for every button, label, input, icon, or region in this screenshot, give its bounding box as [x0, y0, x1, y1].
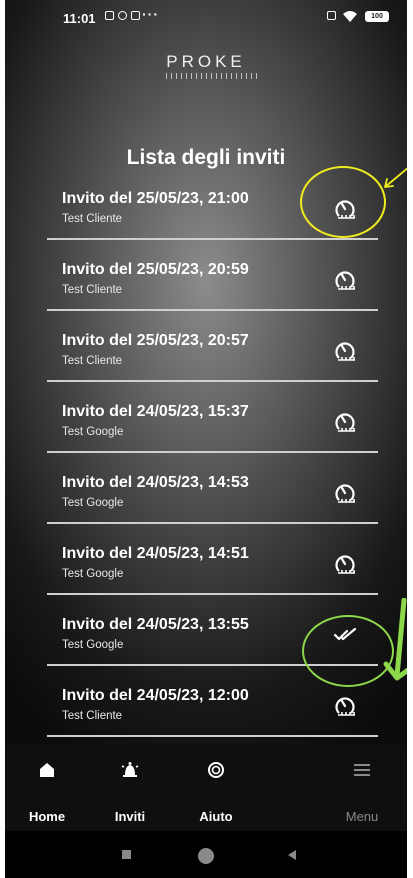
nav-home-label: Home [28, 809, 66, 824]
invite-title: Invito del 24/05/23, 14:51 [62, 545, 249, 562]
status-time: 11:01 [63, 11, 96, 26]
divider [47, 309, 378, 311]
nav-invites-label: Inviti [114, 809, 146, 824]
invite-title: Invito del 25/05/23, 21:00 [62, 190, 249, 207]
invite-title: Invito del 24/05/23, 13:55 [62, 616, 249, 633]
invite-list-item[interactable]: Invito del 25/05/23, 20:59 Test Cliente [47, 253, 378, 323]
invite-list-item[interactable]: Invito del 24/05/23, 14:53 Test Google [47, 466, 378, 536]
invite-client: Test Cliente [62, 710, 123, 722]
logo-ruler-graphic [166, 73, 258, 79]
invite-client: Test Google [62, 497, 124, 509]
divider [47, 451, 378, 453]
status-bar: 11:01 ··· 100 [5, 0, 407, 36]
system-navigation-bar [5, 831, 407, 878]
invite-title: Invito del 24/05/23, 15:37 [62, 403, 249, 420]
nav-home[interactable]: Home [7, 745, 87, 831]
invite-list-item[interactable]: Invito del 24/05/23, 12:00 Test Cliente [47, 679, 378, 749]
bell-icon [121, 762, 139, 777]
home-circle-icon[interactable] [198, 848, 214, 864]
home-icon [40, 763, 54, 777]
notification-icon [105, 11, 114, 20]
recent-apps-icon[interactable] [122, 850, 131, 859]
divider [47, 380, 378, 382]
pending-clock-icon[interactable] [330, 407, 360, 437]
invite-client: Test Google [62, 639, 124, 651]
divider [47, 522, 378, 524]
pending-clock-icon[interactable] [330, 691, 360, 721]
invite-title: Invito del 24/05/23, 14:53 [62, 474, 249, 491]
app-notification-icon [118, 11, 127, 20]
divider [47, 238, 378, 240]
invite-client: Test Cliente [62, 213, 123, 225]
cast-icon [327, 11, 336, 20]
pending-clock-icon[interactable] [330, 265, 360, 295]
divider [47, 593, 378, 595]
pending-clock-icon[interactable] [330, 478, 360, 508]
invite-title: Invito del 25/05/23, 20:59 [62, 261, 249, 278]
nav-menu-label: Menu [345, 809, 379, 824]
invite-list-item[interactable]: Invito del 25/05/23, 20:57 Test Cliente [47, 324, 378, 394]
message-notification-icon [131, 11, 140, 20]
invite-client: Test Google [62, 568, 124, 580]
invite-list-item[interactable]: Invito del 24/05/23, 15:37 Test Google [47, 395, 378, 465]
pending-clock-icon[interactable] [330, 549, 360, 579]
proke-logo: PROKE [166, 52, 246, 71]
nav-help-label: Aiuto [199, 809, 233, 824]
nav-help[interactable]: Aiuto [176, 745, 256, 831]
divider [47, 735, 378, 737]
invite-client: Test Cliente [62, 355, 123, 367]
invite-list-item[interactable]: Invito del 24/05/23, 14:51 Test Google [47, 537, 378, 607]
lifebuoy-icon [208, 762, 224, 778]
back-triangle-icon[interactable] [287, 849, 297, 861]
bottom-navigation: Home Inviti Aiuto Menu [5, 745, 407, 831]
nav-invites[interactable]: Inviti [90, 745, 170, 831]
yellow-highlight-circle [300, 166, 386, 238]
invite-client: Test Cliente [62, 284, 123, 296]
invite-title: Invito del 25/05/23, 20:57 [62, 332, 249, 349]
invite-client: Test Google [62, 426, 124, 438]
green-arrow-icon [383, 598, 407, 681]
hamburger-menu-icon [354, 764, 370, 776]
app-screen: 11:01 ··· 100 PROKE Lista degli inviti I… [5, 0, 407, 878]
battery-icon: 100 [365, 11, 389, 22]
wifi-icon [343, 11, 357, 22]
yellow-arrow-icon [384, 167, 407, 188]
pending-clock-icon[interactable] [330, 336, 360, 366]
green-highlight-circle [302, 615, 394, 687]
more-notifications-icon: ··· [142, 6, 159, 22]
nav-menu[interactable]: Menu [322, 745, 402, 831]
invite-title: Invito del 24/05/23, 12:00 [62, 687, 249, 704]
